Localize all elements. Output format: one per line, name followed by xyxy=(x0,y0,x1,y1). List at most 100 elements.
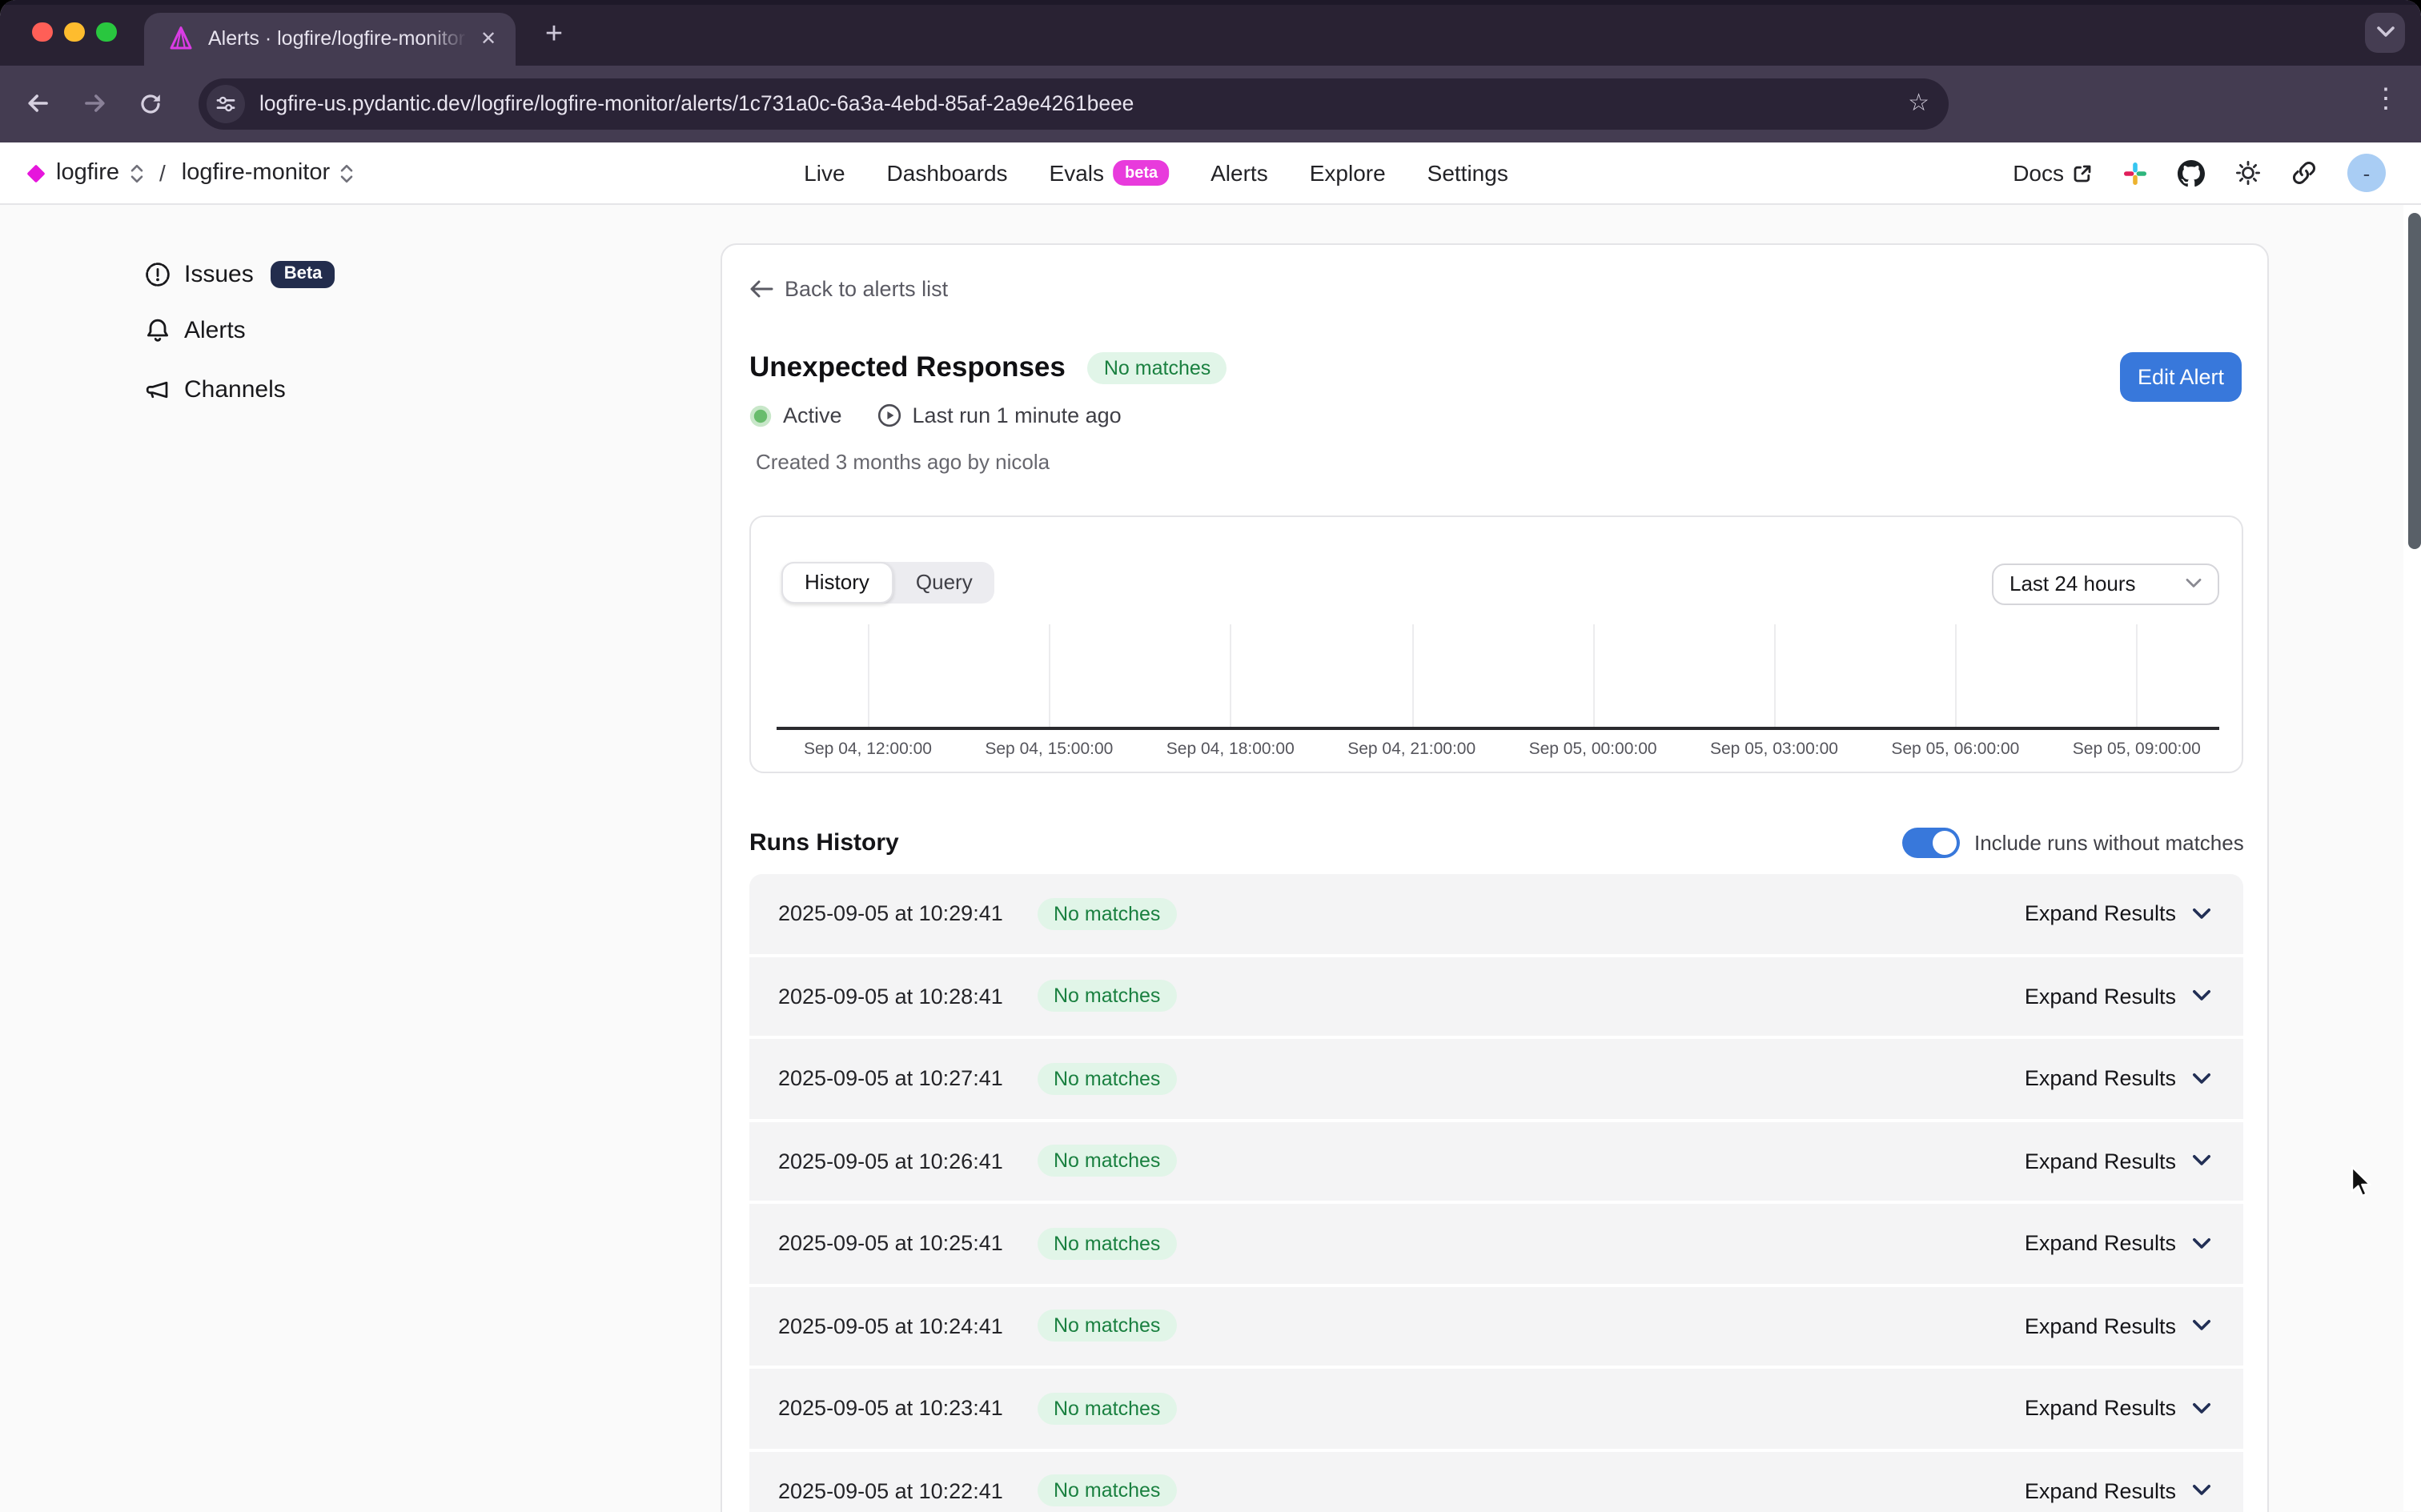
browser-tab[interactable]: Alerts · logfire/logfire-monitor ✕ xyxy=(144,13,516,65)
nav-live[interactable]: Live xyxy=(804,160,845,186)
chevron-down-icon[interactable] xyxy=(2192,1155,2211,1168)
theme-toggle-sun-icon[interactable] xyxy=(2235,160,2261,186)
sidebar-item-channels[interactable]: Channels xyxy=(144,369,286,411)
site-settings-icon[interactable] xyxy=(207,84,245,122)
share-link-icon[interactable] xyxy=(2291,160,2317,186)
x-tick: Sep 04, 21:00:00 xyxy=(1347,740,1475,759)
expand-results-button[interactable]: Expand Results xyxy=(2025,1397,2176,1421)
run-row[interactable]: 2025-09-05 at 10:27:41 No matches Expand… xyxy=(749,1039,2243,1118)
run-match-badge: No matches xyxy=(1038,1475,1176,1507)
back-button[interactable] xyxy=(10,76,65,130)
run-timestamp: 2025-09-05 at 10:26:41 xyxy=(778,1149,1038,1173)
scrollbar-thumb[interactable] xyxy=(2407,213,2420,549)
nav-explore[interactable]: Explore xyxy=(1310,160,1386,186)
chevron-down-icon[interactable] xyxy=(2192,908,2211,920)
tab-close-icon[interactable]: ✕ xyxy=(474,24,503,53)
expand-results-button[interactable]: Expand Results xyxy=(2025,1149,2176,1173)
run-row[interactable]: 2025-09-05 at 10:29:41 No matches Expand… xyxy=(749,874,2243,953)
chevron-down-icon[interactable] xyxy=(2192,1073,2211,1085)
x-tick: Sep 05, 09:00:00 xyxy=(2073,740,2201,759)
project-selector-updown-icon[interactable] xyxy=(339,162,354,183)
forward-arrow-icon xyxy=(81,90,108,117)
alert-match-badge: No matches xyxy=(1088,351,1227,383)
x-tick: Sep 05, 03:00:00 xyxy=(1710,740,1838,759)
run-row[interactable]: 2025-09-05 at 10:22:41 No matches Expand… xyxy=(749,1451,2243,1512)
bookmark-star-icon[interactable]: ☆ xyxy=(1908,87,1929,116)
expand-results-button[interactable]: Expand Results xyxy=(2025,1232,2176,1256)
chevron-down-icon[interactable] xyxy=(2192,1402,2211,1415)
include-runs-toggle[interactable] xyxy=(1902,828,1960,858)
zoom-window-button[interactable] xyxy=(97,22,117,42)
tab-query[interactable]: Query xyxy=(893,561,995,604)
run-row[interactable]: 2025-09-05 at 10:28:41 No matches Expand… xyxy=(749,957,2243,1036)
nav-alerts[interactable]: Alerts xyxy=(1210,160,1268,186)
chevron-down-icon[interactable] xyxy=(2192,1237,2211,1250)
page-background: Issues Beta Alerts Channels Back to aler… xyxy=(0,205,2421,1512)
minimize-window-button[interactable] xyxy=(65,22,85,42)
run-timestamp: 2025-09-05 at 10:23:41 xyxy=(778,1397,1038,1421)
history-panel: History Query Last 24 hours xyxy=(749,515,2243,772)
alert-detail-card: Back to alerts list Unexpected Responses… xyxy=(721,243,2269,1512)
window-top-edge xyxy=(0,0,2421,5)
app-navbar: logfire / logfire-monitor Live Dashboard… xyxy=(0,142,2421,205)
tab-history[interactable]: History xyxy=(781,561,893,604)
reload-button[interactable] xyxy=(123,76,178,130)
run-row[interactable]: 2025-09-05 at 10:26:41 No matches Expand… xyxy=(749,1121,2243,1201)
expand-results-button[interactable]: Expand Results xyxy=(2025,985,2176,1009)
tab-search-button[interactable] xyxy=(2365,12,2405,52)
docs-link[interactable]: Docs xyxy=(2013,160,2093,186)
org-selector[interactable]: logfire xyxy=(56,160,119,186)
expand-results-button[interactable]: Expand Results xyxy=(2025,1479,2176,1503)
edit-alert-button[interactable]: Edit Alert xyxy=(2120,352,2242,402)
toggle-knob xyxy=(1933,831,1957,855)
expand-results-button[interactable]: Expand Results xyxy=(2025,1314,2176,1338)
back-arrow-icon xyxy=(24,90,51,117)
forward-button[interactable] xyxy=(67,76,122,130)
breadcrumb: logfire / logfire-monitor xyxy=(26,142,354,204)
run-timestamp: 2025-09-05 at 10:27:41 xyxy=(778,1067,1038,1091)
megaphone-icon xyxy=(144,376,171,403)
x-tick: Sep 05, 00:00:00 xyxy=(1529,740,1657,759)
nav-evals[interactable]: Evalsbeta xyxy=(1050,160,1170,186)
back-arrow-icon xyxy=(749,279,773,299)
run-row[interactable]: 2025-09-05 at 10:23:41 No matches Expand… xyxy=(749,1369,2243,1448)
runs-list: 2025-09-05 at 10:29:41 No matches Expand… xyxy=(749,874,2243,1512)
alert-title: Unexpected Responses xyxy=(749,351,1066,384)
browser-menu-button[interactable]: ⋮ xyxy=(2371,82,2400,114)
nav-dashboards[interactable]: Dashboards xyxy=(887,160,1008,186)
slack-icon[interactable] xyxy=(2123,161,2147,185)
user-avatar[interactable]: - xyxy=(2347,154,2386,192)
run-row[interactable]: 2025-09-05 at 10:24:41 No matches Expand… xyxy=(749,1286,2243,1366)
run-match-badge: No matches xyxy=(1038,1063,1176,1095)
run-timestamp: 2025-09-05 at 10:25:41 xyxy=(778,1232,1038,1256)
address-bar[interactable]: logfire-us.pydantic.dev/logfire/logfire-… xyxy=(199,78,1949,129)
chevron-down-icon[interactable] xyxy=(2192,1320,2211,1333)
sidebar-item-alerts[interactable]: Alerts xyxy=(144,310,246,351)
run-timestamp: 2025-09-05 at 10:28:41 xyxy=(778,985,1038,1009)
run-row[interactable]: 2025-09-05 at 10:25:41 No matches Expand… xyxy=(749,1204,2243,1283)
close-window-button[interactable] xyxy=(33,22,53,42)
time-range-select[interactable]: Last 24 hours xyxy=(1992,563,2219,604)
url-text[interactable]: logfire-us.pydantic.dev/logfire/logfire-… xyxy=(259,91,1134,115)
include-runs-toggle-label: Include runs without matches xyxy=(1974,831,2244,855)
navbar-right: Docs - xyxy=(2013,142,2386,204)
expand-results-button[interactable]: Expand Results xyxy=(2025,1067,2176,1091)
run-match-badge: No matches xyxy=(1038,1145,1176,1177)
new-tab-button[interactable]: + xyxy=(535,18,573,56)
play-circle-icon xyxy=(877,403,901,427)
nav-settings[interactable]: Settings xyxy=(1427,160,1508,186)
run-match-badge: No matches xyxy=(1038,898,1176,930)
chevron-down-icon[interactable] xyxy=(2192,990,2211,1003)
back-to-alerts-link[interactable]: Back to alerts list xyxy=(749,277,948,301)
chevron-down-icon[interactable] xyxy=(2192,1485,2211,1498)
chart-x-axis xyxy=(777,726,2219,729)
logfire-favicon xyxy=(168,26,194,51)
project-selector[interactable]: logfire-monitor xyxy=(182,160,330,186)
alert-status: Active xyxy=(783,403,842,427)
org-selector-updown-icon[interactable] xyxy=(129,162,143,183)
github-icon[interactable] xyxy=(2178,159,2205,186)
sidebar-item-issues[interactable]: Issues Beta xyxy=(144,253,335,295)
run-timestamp: 2025-09-05 at 10:24:41 xyxy=(778,1314,1038,1338)
runs-history-heading: Runs History xyxy=(749,829,899,856)
expand-results-button[interactable]: Expand Results xyxy=(2025,902,2176,926)
